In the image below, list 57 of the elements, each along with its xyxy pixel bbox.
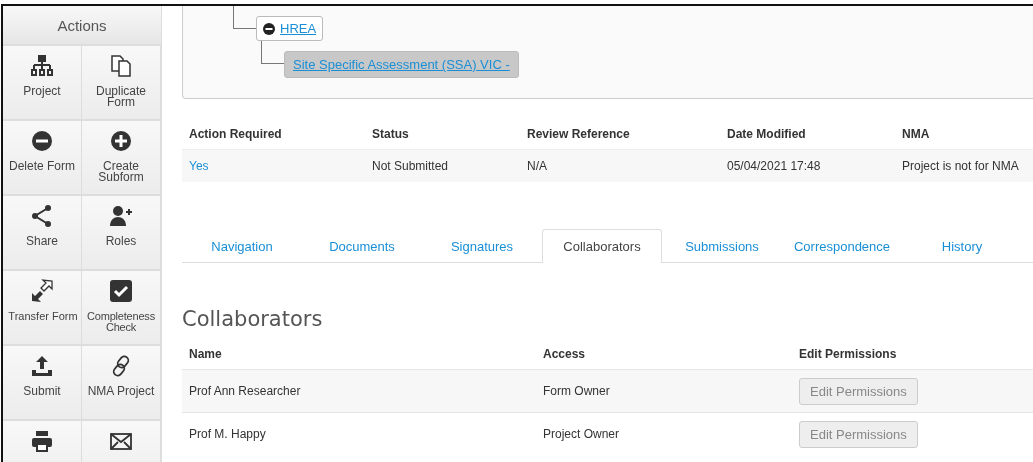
action-label: Delete Form xyxy=(9,161,75,172)
column-header: Edit Permissions xyxy=(792,339,1033,370)
action-tile[interactable]: Completeness Check xyxy=(82,271,161,346)
action-label: Transfer Form xyxy=(8,311,78,322)
action-label: Project xyxy=(23,86,61,97)
column-header: Status xyxy=(365,119,520,150)
action-tile[interactable]: Share xyxy=(3,196,82,271)
tab[interactable]: Correspondence xyxy=(782,229,902,262)
checkbox-icon xyxy=(109,279,133,303)
share-icon xyxy=(30,204,54,228)
tab[interactable]: Signatures xyxy=(422,229,542,262)
column-header: Name xyxy=(182,339,536,370)
hierarchy-icon xyxy=(30,54,54,78)
column-header: Date Modified xyxy=(720,119,895,150)
tab[interactable]: Collaborators xyxy=(542,229,662,263)
column-header: Access xyxy=(536,339,792,370)
add-user-icon xyxy=(109,204,133,228)
arrows-icon xyxy=(30,279,54,303)
table-cell: N/A xyxy=(520,149,720,182)
printer-icon xyxy=(30,429,54,453)
action-tile[interactable]: Delete Form xyxy=(3,121,82,196)
action-tile[interactable]: Submit xyxy=(3,346,82,421)
column-header: Review Reference xyxy=(520,119,720,150)
action-tile[interactable]: Roles xyxy=(82,196,161,271)
action-label: Completeness Check xyxy=(86,311,156,333)
plus-circle-icon xyxy=(109,129,133,153)
tab[interactable]: Documents xyxy=(302,229,422,262)
action-tile[interactable]: NMA Project xyxy=(82,346,161,421)
tree-node[interactable]: HREA xyxy=(256,16,324,41)
actions-heading: Actions xyxy=(3,6,161,46)
table-cell: 05/04/2021 17:48 xyxy=(720,149,895,182)
action-label: Submit xyxy=(23,386,61,397)
action-label: Roles xyxy=(105,236,137,247)
column-header: Action Required xyxy=(182,119,365,150)
upload-icon xyxy=(30,354,54,378)
action-tile[interactable]: Transfer Form xyxy=(3,271,82,346)
tab[interactable]: Submissions xyxy=(662,229,782,262)
action-tile[interactable]: Project xyxy=(3,46,82,121)
table-cell: Project Owner xyxy=(536,412,792,455)
section-title: Collaborators xyxy=(182,307,324,331)
action-label: Share xyxy=(26,236,58,247)
copy-icon xyxy=(109,54,133,78)
tab[interactable]: History xyxy=(902,229,1022,262)
action-label: Duplicate Form xyxy=(95,86,147,108)
action-label: NMA Project xyxy=(87,386,155,397)
action-tile[interactable]: Create Subform xyxy=(82,121,161,196)
table-cell: Form Owner xyxy=(536,369,792,413)
table-cell: Prof M. Happy xyxy=(182,412,536,455)
action-tile[interactable]: Duplicate Form xyxy=(82,46,161,121)
column-header: NMA xyxy=(895,119,1033,150)
table-cell: Prof Ann Researcher xyxy=(182,369,536,413)
collapse-icon[interactable] xyxy=(263,22,275,35)
table-cell: Project is not for NMA xyxy=(895,149,1033,182)
tab[interactable]: Navigation xyxy=(182,229,302,262)
action-label: Create Subform xyxy=(97,161,145,183)
minus-circle-icon xyxy=(30,129,54,153)
table-cell: Not Submitted xyxy=(365,149,520,182)
